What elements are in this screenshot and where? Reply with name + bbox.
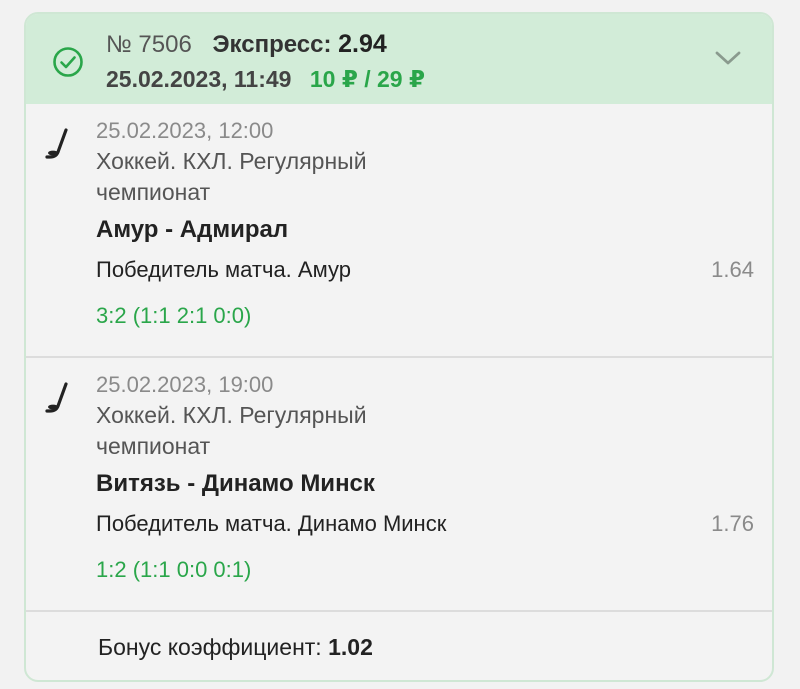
event-score: 3:2 (1:1 2:1 0:0) [96,303,252,328]
hockey-stick-icon [45,128,68,159]
event-odds: 1.76 [711,511,754,536]
event-market: Победитель матча. Амур [96,257,351,282]
event-market: Победитель матча. Динамо Минск [96,511,447,536]
event-teams: Витязь - Динамо Минск [96,470,375,497]
event-item[interactable]: 25.02.2023, 12:00 Хоккей. КХЛ. Регулярны… [26,104,772,358]
bet-datetime: 25.02.2023, 11:49 [106,66,292,92]
bet-number: № 7506 [106,31,192,58]
bet-info-line: 25.02.2023, 11:49 10 ₽ / 29 ₽ [106,66,425,93]
hockey-stick-icon [45,382,68,413]
bet-type-label: Экспресс: [212,31,332,58]
bet-total-odds: 2.94 [338,30,387,58]
bet-title-line: № 7506 Экспресс: 2.94 [106,30,387,59]
bet-card: № 7506 Экспресс: 2.94 25.02.2023, 11:49 … [24,12,774,682]
bonus-label: Бонус коэффициент: [98,634,322,660]
bonus-value: 1.02 [328,634,373,660]
bet-header[interactable]: № 7506 Экспресс: 2.94 25.02.2023, 11:49 … [26,14,772,104]
event-score: 1:2 (1:1 0:0 0:1) [96,557,252,582]
bet-amount: 10 ₽ / 29 ₽ [309,66,425,92]
event-item[interactable]: 25.02.2023, 19:00 Хоккей. КХЛ. Регулярны… [26,358,772,612]
event-date: 25.02.2023, 12:00 [96,118,274,143]
event-odds: 1.64 [711,257,754,282]
event-teams: Амур - Адмирал [96,216,289,243]
event-league: Хоккей. КХЛ. Регулярный чемпионат [96,402,367,459]
event-date: 25.02.2023, 19:00 [96,372,274,397]
check-circle-icon [53,47,83,77]
event-league: Хоккей. КХЛ. Регулярный чемпионат [96,148,367,205]
bonus-coefficient: Бонус коэффициент: 1.02 [98,634,373,661]
chevron-down-icon[interactable] [714,48,742,68]
